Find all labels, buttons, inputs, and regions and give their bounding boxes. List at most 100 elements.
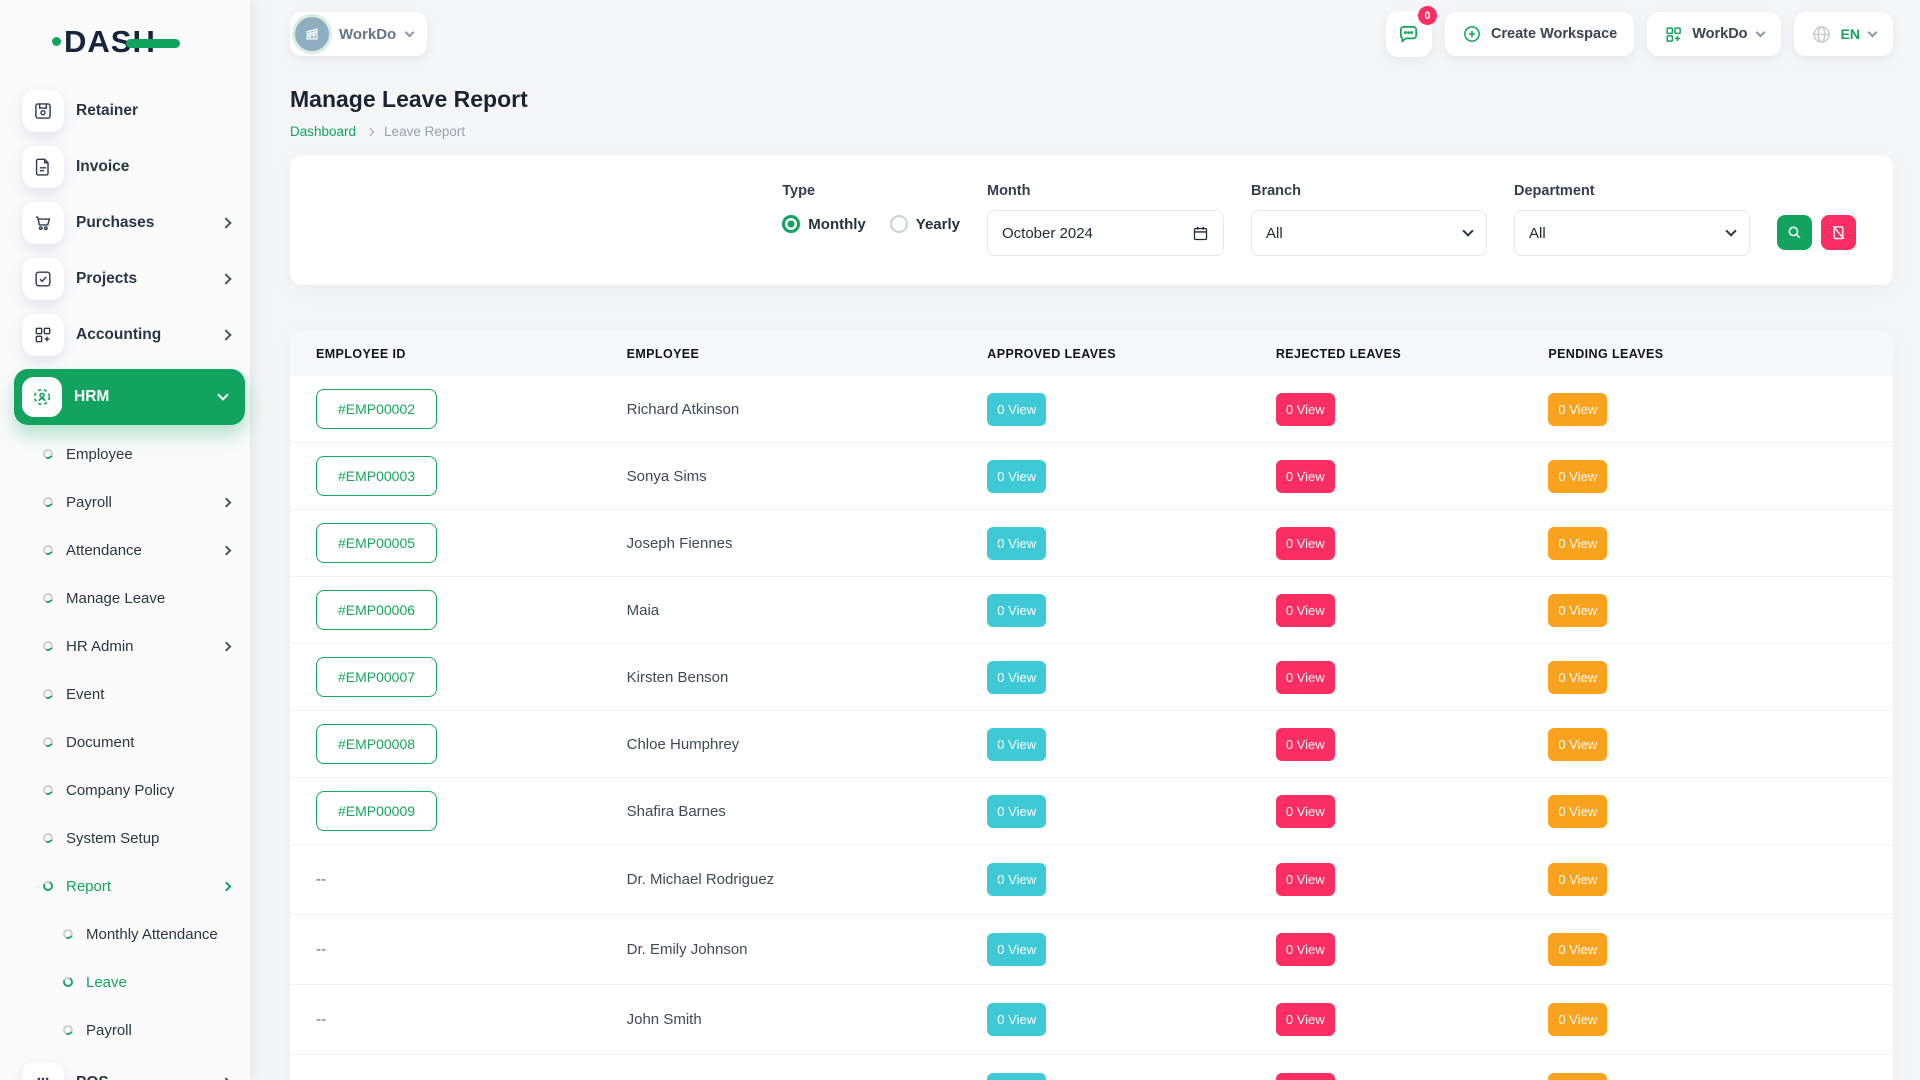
employee-id-chip[interactable]: #EMP00002 [316, 389, 437, 429]
bullet-icon [42, 688, 55, 701]
table-row: #EMP00003Sonya Sims0 View0 View0 View [290, 443, 1893, 510]
type-radio-group: Monthly Yearly [782, 215, 960, 233]
approved-leaves-view-badge[interactable]: 0 View [987, 393, 1046, 426]
sidebar-subitem-hr-admin[interactable]: HR Admin [22, 629, 250, 663]
create-workspace-button[interactable]: Create Workspace [1445, 12, 1634, 56]
col-employee: EMPLOYEE [627, 331, 988, 376]
sidebar-item-accounting[interactable]: Accounting [22, 313, 250, 357]
employee-name: Shafira Barnes [627, 778, 988, 845]
month-input[interactable]: October 2024 [987, 210, 1224, 256]
sidebar-subitem-leave[interactable]: Leave [22, 965, 250, 999]
search-button[interactable] [1777, 215, 1812, 250]
month-label: Month [987, 183, 1224, 199]
sidebar-nav: Retainer Invoice Purchases [0, 89, 250, 1080]
radio-yearly[interactable]: Yearly [890, 215, 960, 233]
department-select[interactable]: All [1514, 210, 1750, 256]
pending-leaves-view-badge[interactable]: 0 View [1548, 795, 1607, 828]
chevron-down-icon [1868, 28, 1878, 38]
rejected-leaves-view-badge[interactable]: 0 View [1276, 1003, 1335, 1036]
workspace-selector[interactable]: WorkDo [290, 12, 427, 56]
table-row: --Dr. Emily Johnson0 View0 View0 View [290, 915, 1893, 985]
retainer-save-icon [22, 90, 64, 132]
sidebar-subitem-manage-leave[interactable]: Manage Leave [22, 581, 250, 615]
chevron-down-icon [405, 28, 415, 38]
rejected-leaves-view-badge[interactable]: 0 View [1276, 661, 1335, 694]
sidebar-item-hrm[interactable]: HRM [14, 369, 245, 425]
pending-leaves-view-badge[interactable]: 0 View [1548, 393, 1607, 426]
pending-leaves-view-badge[interactable]: 0 View [1548, 527, 1607, 560]
pending-leaves-view-badge[interactable]: 0 View [1548, 728, 1607, 761]
pending-leaves-view-badge[interactable]: 0 View [1548, 1073, 1607, 1080]
rejected-leaves-view-badge[interactable]: 0 View [1276, 527, 1335, 560]
breadcrumb-dashboard-link[interactable]: Dashboard [290, 124, 356, 139]
hrm-person-circle-icon [22, 377, 62, 417]
sidebar-item-projects[interactable]: Projects [22, 257, 250, 301]
pending-leaves-view-badge[interactable]: 0 View [1548, 863, 1607, 896]
language-selector[interactable]: EN [1794, 12, 1893, 56]
rejected-leaves-view-badge[interactable]: 0 View [1276, 728, 1335, 761]
sidebar-subitem-payroll[interactable]: Payroll [22, 485, 250, 519]
table-row: --Dr. Michael Rodriguez0 View0 View0 Vie… [290, 845, 1893, 915]
reset-filter-button[interactable] [1821, 215, 1856, 250]
approved-leaves-view-badge[interactable]: 0 View [987, 460, 1046, 493]
approved-leaves-view-badge[interactable]: 0 View [987, 728, 1046, 761]
pending-leaves-view-badge[interactable]: 0 View [1548, 460, 1607, 493]
employee-id-chip[interactable]: #EMP00007 [316, 657, 437, 697]
sidebar-subitem-attendance[interactable]: Attendance [22, 533, 250, 567]
chevron-right-icon [222, 497, 232, 507]
pending-leaves-view-badge[interactable]: 0 View [1548, 661, 1607, 694]
sidebar-item-retainer[interactable]: Retainer [22, 89, 250, 133]
sidebar-subitem-payroll[interactable]: Payroll [22, 1013, 250, 1047]
branch-select[interactable]: All [1251, 210, 1487, 256]
employee-name: Joseph Fiennes [627, 510, 988, 577]
pending-leaves-view-badge[interactable]: 0 View [1548, 594, 1607, 627]
rejected-leaves-view-badge[interactable]: 0 View [1276, 933, 1335, 966]
chevron-right-icon [220, 217, 231, 228]
rejected-leaves-view-badge[interactable]: 0 View [1276, 393, 1335, 426]
approved-leaves-view-badge[interactable]: 0 View [987, 933, 1046, 966]
sidebar-subitem-company-policy[interactable]: Company Policy [22, 773, 250, 807]
sidebar-item-invoice[interactable]: Invoice [22, 145, 250, 189]
rejected-leaves-view-badge[interactable]: 0 View [1276, 594, 1335, 627]
rejected-leaves-view-badge[interactable]: 0 View [1276, 1073, 1335, 1080]
employee-id-chip[interactable]: #EMP00005 [316, 523, 437, 563]
workdo-menu-button[interactable]: WorkDo [1647, 12, 1780, 56]
sidebar-subitem-event[interactable]: Event [22, 677, 250, 711]
approved-leaves-view-badge[interactable]: 0 View [987, 863, 1046, 896]
approved-leaves-view-badge[interactable]: 0 View [987, 594, 1046, 627]
type-label: Type [782, 183, 960, 199]
radio-selected-icon [782, 215, 800, 233]
messages-button[interactable]: 0 [1386, 11, 1432, 57]
cart-icon [22, 202, 64, 244]
sidebar-item-purchases[interactable]: Purchases [22, 201, 250, 245]
sidebar-subitem-report[interactable]: Report [22, 869, 250, 903]
pending-leaves-view-badge[interactable]: 0 View [1548, 1003, 1607, 1036]
clear-filter-icon [1830, 224, 1847, 241]
logo-dot-icon [52, 37, 61, 46]
sidebar-subitem-system-setup[interactable]: System Setup [22, 821, 250, 855]
brand-logo[interactable]: DASH [0, 0, 250, 57]
sidebar-subitem-document[interactable]: Document [22, 725, 250, 759]
employee-id-chip[interactable]: #EMP00008 [316, 724, 437, 764]
approved-leaves-view-badge[interactable]: 0 View [987, 1073, 1046, 1080]
page-header: Manage Leave Report Dashboard Leave Repo… [290, 86, 1893, 139]
approved-leaves-view-badge[interactable]: 0 View [987, 1003, 1046, 1036]
employee-id-chip[interactable]: #EMP00006 [316, 590, 437, 630]
approved-leaves-view-badge[interactable]: 0 View [987, 527, 1046, 560]
table-row: #EMP00009Shafira Barnes0 View0 View0 Vie… [290, 778, 1893, 845]
sidebar-subitem-employee[interactable]: Employee [22, 437, 250, 471]
radio-monthly[interactable]: Monthly [782, 215, 866, 233]
rejected-leaves-view-badge[interactable]: 0 View [1276, 795, 1335, 828]
sidebar-item-label: Accounting [76, 326, 161, 344]
rejected-leaves-view-badge[interactable]: 0 View [1276, 460, 1335, 493]
sidebar-subitem-monthly-attendance[interactable]: Monthly Attendance [22, 917, 250, 951]
approved-leaves-view-badge[interactable]: 0 View [987, 661, 1046, 694]
rejected-leaves-view-badge[interactable]: 0 View [1276, 863, 1335, 896]
approved-leaves-view-badge[interactable]: 0 View [987, 795, 1046, 828]
employee-id-chip[interactable]: #EMP00009 [316, 791, 437, 831]
col-pending-leaves: PENDING LEAVES [1548, 331, 1893, 376]
sidebar-item-pos[interactable]: POS [22, 1061, 250, 1080]
employee-id-chip[interactable]: #EMP00003 [316, 456, 437, 496]
invoice-document-icon [22, 146, 64, 188]
pending-leaves-view-badge[interactable]: 0 View [1548, 933, 1607, 966]
